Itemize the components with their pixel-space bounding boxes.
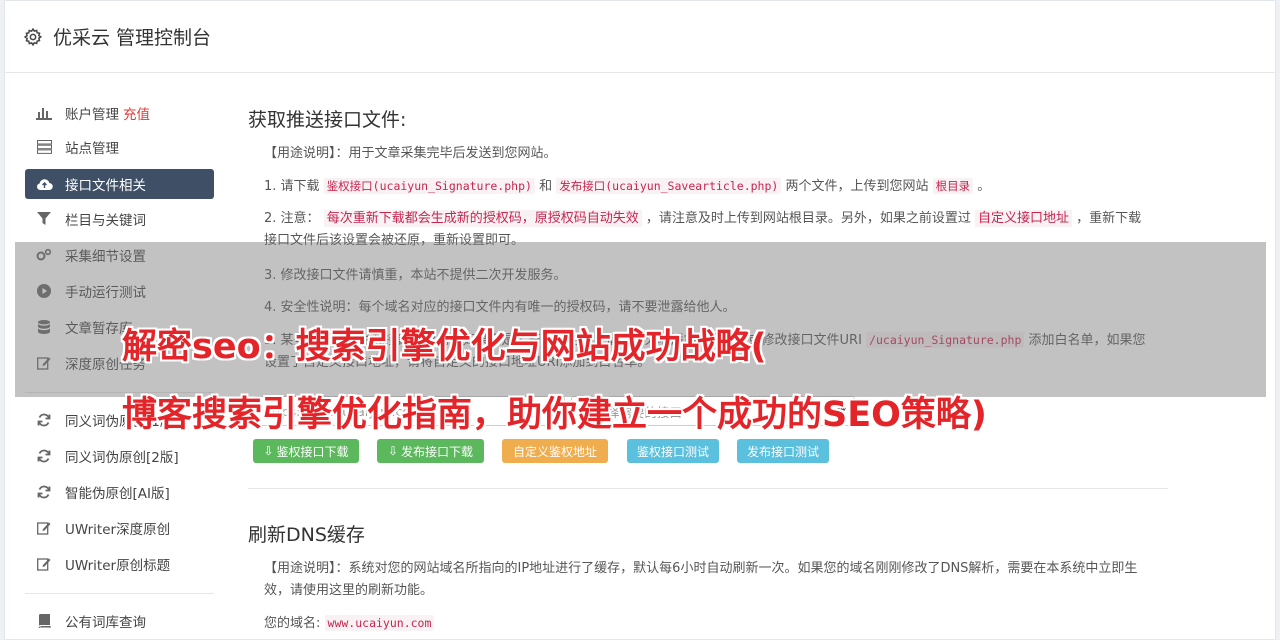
sidebar-item-sites[interactable]: 站点管理: [25, 132, 214, 162]
step-text: 和: [539, 179, 553, 194]
refresh-icon: [35, 447, 53, 465]
sidebar-item-label: 智能伪原创[AI版]: [65, 486, 170, 502]
sidebar-item-label: UWriter原创标题: [65, 558, 171, 574]
custom-auth-url-button[interactable]: 自定义鉴权地址: [502, 439, 608, 463]
step-text: 1. 请下载: [264, 179, 320, 194]
overlay-title-line-2: 博客搜索引擎优化指南，助你建立一个成功的SEO策略): [122, 395, 987, 435]
overlay-title-line-1: 解密seo：搜索引擎优化与网站成功战略(: [122, 327, 767, 367]
domain-label: 您的域名:: [264, 616, 321, 631]
sidebar-item-uwriter-deep[interactable]: UWriter深度原创: [25, 513, 214, 543]
sidebar-item-label: 接口文件相关: [65, 178, 146, 194]
recharge-link[interactable]: 充值: [123, 103, 150, 123]
dns-domain-row: 您的域名: www.ucaiyun.com: [264, 612, 1154, 635]
sign-file-name: 鉴权接口(ucaiyun_Signature.php): [323, 178, 535, 194]
book-icon: [35, 612, 53, 630]
sidebar-item-ai-rewrite[interactable]: 智能伪原创[AI版]: [25, 477, 214, 507]
domain-value: www.ucaiyun.com: [324, 615, 435, 631]
edit-icon: [35, 519, 53, 537]
regen-warning: 每次重新下载都会生成新的授权码，原授权码自动失效: [323, 210, 642, 227]
sidebar-item-synonym-v2[interactable]: 同义词伪原创[2版]: [25, 441, 214, 471]
step-text: 2. 注意：: [264, 211, 320, 226]
push-section-title: 获取推送接口文件:: [248, 109, 407, 131]
bar-chart-icon: [35, 104, 53, 122]
app-title: 优采云 管理控制台: [53, 27, 212, 49]
sidebar-item-public-lexicon[interactable]: 公有词库查询: [25, 606, 214, 636]
dns-section-title: 刷新DNS缓存: [248, 524, 365, 546]
download-icon: ⇩: [263, 444, 274, 458]
button-label: 鉴权接口下载: [276, 444, 349, 459]
button-label: 发布接口下载: [401, 444, 474, 459]
step-text: 。: [977, 179, 991, 194]
filter-icon: [35, 210, 53, 228]
publish-file-name: 发布接口(ucaiyun_Savearticle.php): [556, 178, 782, 194]
sidebar-divider: [25, 593, 214, 594]
gear-icon: [23, 27, 43, 46]
sidebar-item-uwriter-title[interactable]: UWriter原创标题: [25, 549, 214, 579]
sign-download-button[interactable]: ⇩ 鉴权接口下载: [253, 439, 359, 463]
sidebar-item-label: 账户管理: [65, 107, 119, 123]
publish-test-button[interactable]: 发布接口测试: [737, 439, 829, 463]
edit-icon: [35, 555, 53, 573]
root-dir-code: 根目录: [932, 178, 974, 194]
step-text: ，请注意及时上传到网站根目录。另外，如果之前设置过: [645, 211, 971, 226]
sidebar-item-interface-files[interactable]: 接口文件相关: [25, 169, 214, 199]
server-icon: [35, 138, 53, 156]
custom-url-code: 自定义接口地址: [975, 210, 1073, 227]
download-icon: ⇩: [387, 444, 399, 458]
sidebar-item-account[interactable]: 账户管理 充值: [25, 98, 214, 128]
cloud-upload-icon: [35, 175, 53, 193]
refresh-icon: [35, 483, 53, 501]
sidebar-item-columns-keywords[interactable]: 栏目与关键词: [25, 204, 214, 234]
dns-usage-text: 【用途说明】：系统对您的网站域名所指向的IP地址进行了缓存，默认每6小时自动刷新…: [264, 561, 1138, 598]
sidebar-item-label: UWriter深度原创: [65, 522, 171, 538]
push-step-1: 1. 请下载 鉴权接口(ucaiyun_Signature.php) 和 发布接…: [264, 175, 1154, 198]
publish-download-button[interactable]: ⇩ 发布接口下载: [377, 439, 484, 463]
sidebar-item-label: 栏目与关键词: [65, 213, 146, 229]
section-divider: [248, 488, 1168, 489]
sign-test-button[interactable]: 鉴权接口测试: [627, 439, 719, 463]
refresh-icon: [35, 411, 53, 429]
push-usage-text: 【用途说明】：用于文章采集完毕后发送到您网站。: [264, 146, 557, 161]
sidebar-item-label: 站点管理: [65, 141, 119, 157]
sidebar-item-label: 公有词库查询: [65, 615, 146, 631]
header-bar: 优采云 管理控制台: [5, 1, 1275, 73]
sidebar-item-label: 同义词伪原创[2版]: [65, 450, 179, 466]
step-text: 两个文件，上传到您网站: [785, 179, 929, 194]
